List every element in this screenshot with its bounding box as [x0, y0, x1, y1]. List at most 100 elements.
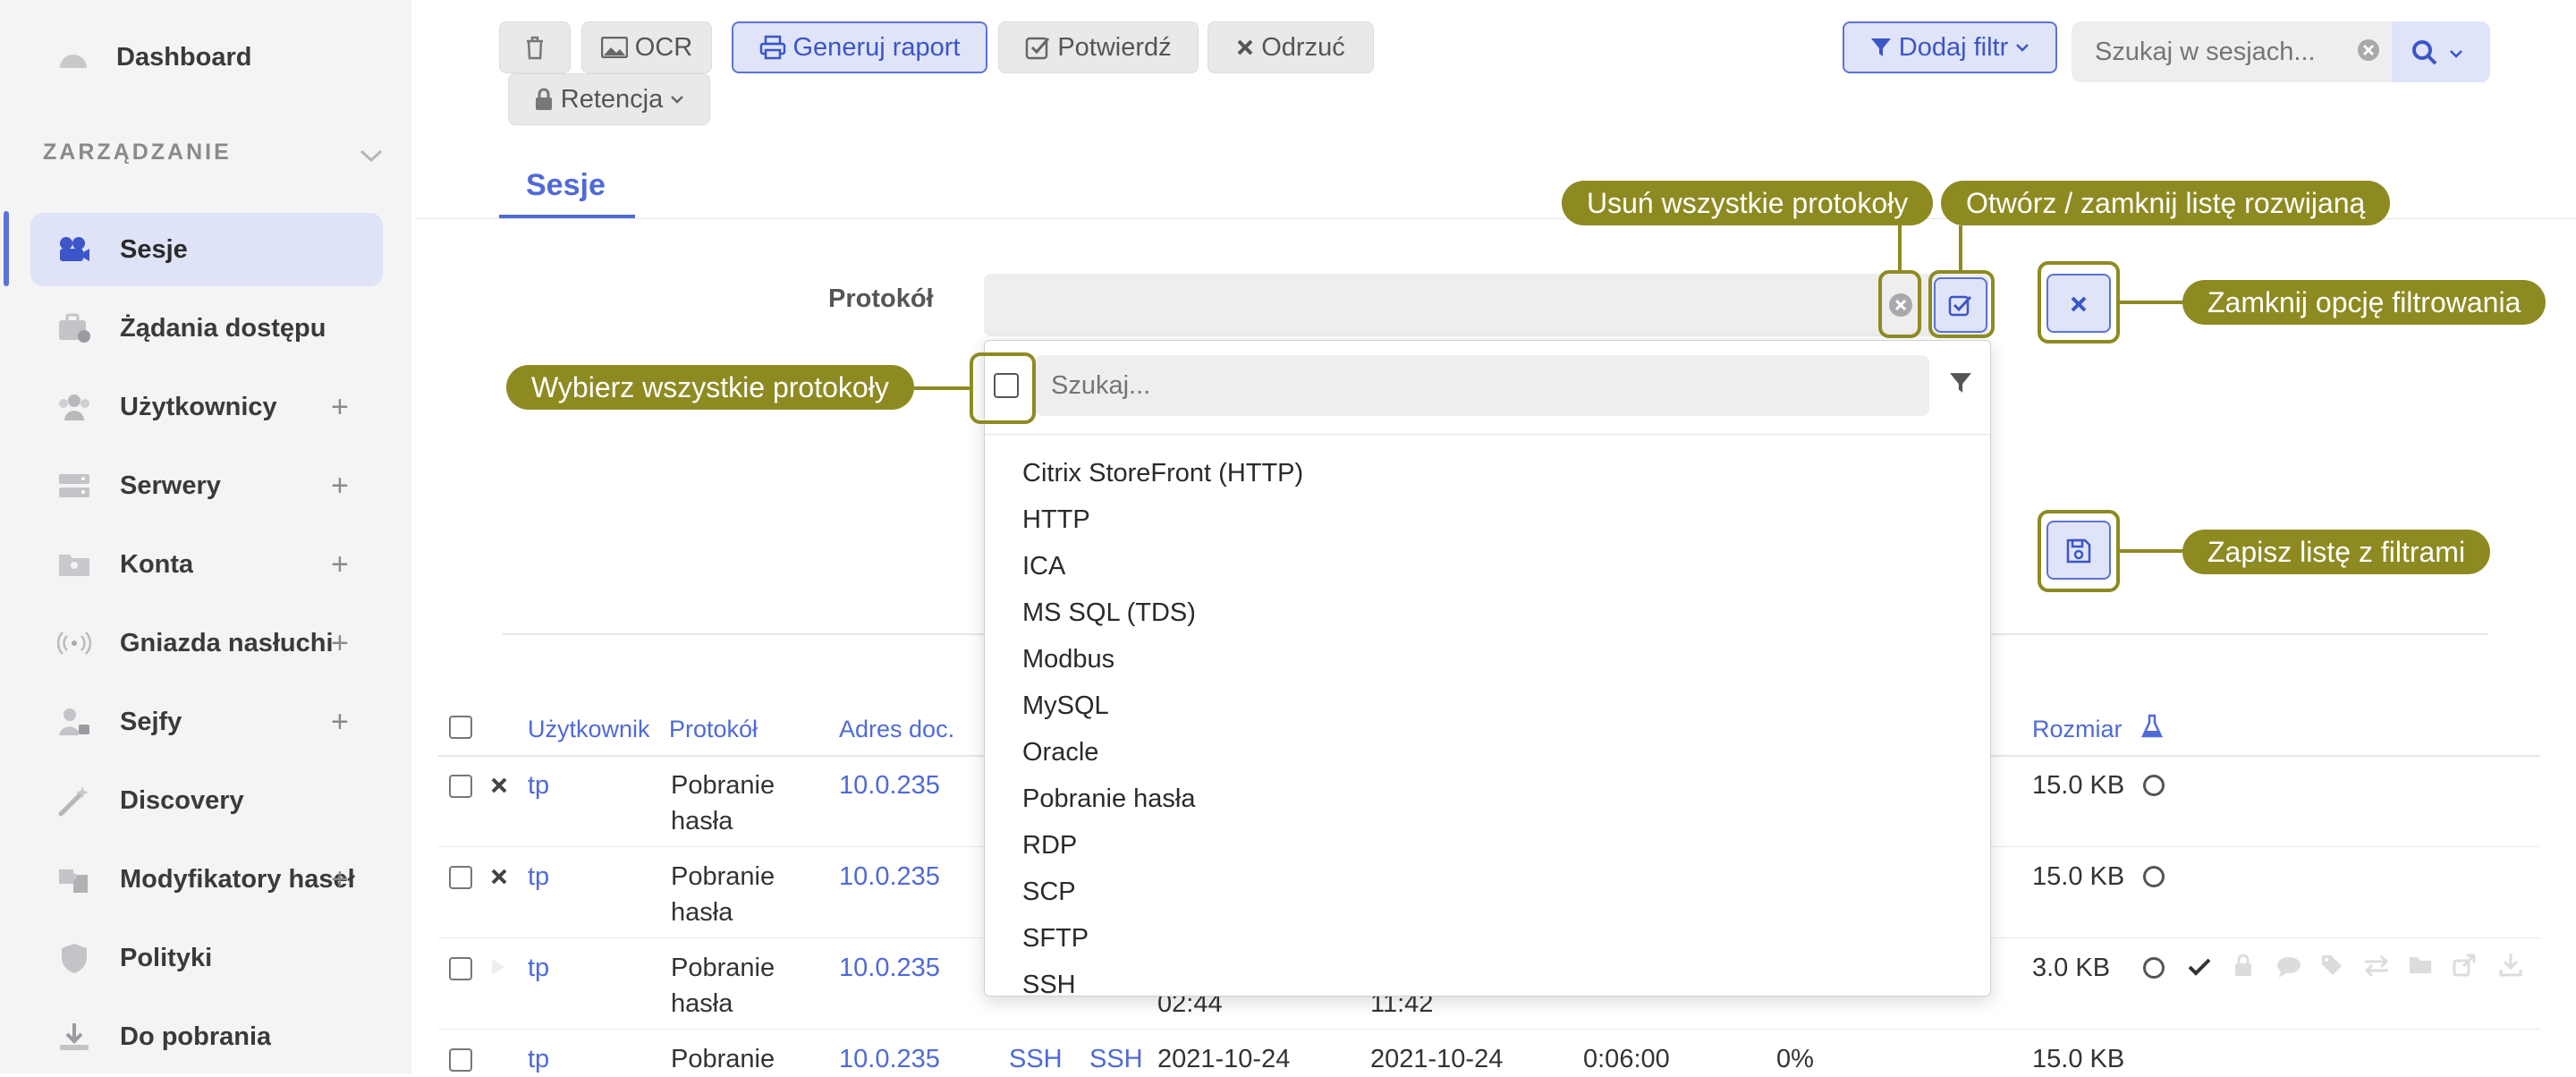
generate-report-button[interactable]: Generuj raport	[732, 21, 987, 73]
protocol-option[interactable]: HTTP	[1022, 505, 1090, 535]
sidebar-item-listeners[interactable]: Gniazda nasłuchi... +	[30, 606, 383, 680]
protocol-option[interactable]: Oracle	[1022, 738, 1098, 767]
reject-button[interactable]: Odrzuć	[1208, 21, 1374, 73]
protocol-option[interactable]: Pobranie hasła	[1022, 784, 1195, 814]
flask-icon[interactable]	[2141, 714, 2163, 739]
protocol-cell: hasła	[671, 898, 733, 927]
size-cell: 15.0 KB	[2032, 862, 2125, 891]
add-account-button[interactable]: +	[331, 528, 349, 601]
download-icon[interactable]	[2499, 952, 2522, 977]
sidebar-item-password-changers[interactable]: Modyfikatory haseł +	[30, 843, 383, 916]
sidebar-item-policies[interactable]: Polityki	[30, 921, 383, 995]
user-link[interactable]: tp	[528, 859, 549, 895]
ocr-button[interactable]: OCR	[581, 21, 712, 73]
sidebar-item-users[interactable]: Użytkownicy +	[30, 370, 383, 444]
confirm-button[interactable]: Potwierdź	[998, 21, 1199, 73]
exchange-icon[interactable]	[2363, 955, 2390, 977]
protocol-option[interactable]: ICA	[1022, 552, 1065, 581]
sidebar-item-sessions[interactable]: Sesje	[30, 213, 383, 286]
protocol-cell: hasła	[671, 807, 733, 835]
printer-icon	[759, 35, 785, 60]
chevron-down-icon	[671, 96, 684, 104]
sidebar-item-vaults[interactable]: Sejfy +	[30, 685, 383, 759]
add-user-button[interactable]: +	[331, 370, 349, 444]
header-size[interactable]: Rozmiar	[2032, 716, 2123, 743]
comment-icon[interactable]	[2275, 955, 2302, 979]
clear-icon[interactable]	[2356, 38, 2381, 63]
select-all-rows-checkbox[interactable]	[449, 716, 472, 739]
add-listener-button[interactable]: +	[331, 606, 349, 680]
sidebar-item-access-requests[interactable]: Żądania dostępu	[30, 292, 383, 365]
protocol-cell: Pobranie	[671, 862, 775, 891]
protocol-option[interactable]: MS SQL (TDS)	[1022, 598, 1196, 628]
sidebar-item-discovery[interactable]: Discovery	[30, 764, 383, 837]
search-input[interactable]	[2095, 30, 2354, 73]
delete-button[interactable]	[499, 21, 571, 73]
tab-sessions[interactable]: Sesje	[499, 161, 635, 218]
protocol-link[interactable]: SSH	[1089, 1041, 1143, 1077]
user-link[interactable]: tp	[528, 1041, 549, 1077]
size-cell: 3.0 KB	[2032, 954, 2111, 982]
protocol-option[interactable]: SSH	[1022, 971, 1076, 996]
protocol-cell: Pobranie	[671, 771, 775, 800]
protocol-filter-select[interactable]	[984, 274, 1989, 336]
protocol-option[interactable]: Modbus	[1022, 645, 1114, 674]
check-icon[interactable]	[2188, 957, 2211, 977]
row-checkbox[interactable]	[449, 775, 472, 798]
address-link[interactable]: 10.0.235	[839, 767, 940, 803]
row-checkbox[interactable]	[449, 1048, 472, 1072]
search-icon	[2412, 40, 2437, 65]
add-vault-button[interactable]: +	[331, 685, 349, 759]
protocol-option[interactable]: MySQL	[1022, 691, 1109, 721]
add-server-button[interactable]: +	[331, 449, 349, 522]
briefcase-icon	[59, 313, 90, 343]
sidebar-item-servers[interactable]: Serwery +	[30, 449, 383, 522]
user-link[interactable]: tp	[528, 767, 549, 803]
row-checkbox[interactable]	[449, 957, 472, 980]
sidebar-item-accounts[interactable]: Konta +	[30, 528, 383, 601]
active-indicator	[4, 211, 9, 286]
play-icon	[492, 959, 504, 975]
retention-button[interactable]: Retencja	[508, 73, 710, 125]
user-link[interactable]: tp	[528, 950, 549, 986]
connector-line	[2120, 549, 2184, 553]
protocol-dropdown: Citrix StoreFront (HTTP) HTTP ICA MS SQL…	[984, 340, 1991, 996]
dashboard-link[interactable]: Dashboard	[57, 39, 326, 79]
start-time-cell: 2021-10-24	[1157, 1045, 1291, 1073]
callout-remove-all: Usuń wszystkie protokoły	[1562, 181, 1934, 225]
lock-icon[interactable]	[2234, 954, 2252, 977]
broadcast-icon	[57, 632, 91, 655]
chevron-down-icon[interactable]	[358, 147, 385, 165]
section-label: ZARZĄDZANIE	[43, 140, 232, 165]
filter-icon	[1870, 38, 1891, 56]
protocol-option[interactable]: SCP	[1022, 878, 1076, 907]
connector-line	[1898, 225, 1902, 272]
dropdown-search-input[interactable]	[1051, 364, 1910, 407]
add-filter-button[interactable]: Dodaj filtr	[1843, 21, 2057, 73]
tag-icon[interactable]	[2320, 954, 2343, 977]
sidebar-item-downloads[interactable]: Do pobrania	[30, 1000, 383, 1073]
address-link[interactable]: 10.0.235	[839, 1041, 940, 1077]
protocol-option[interactable]: SFTP	[1022, 924, 1089, 954]
header-protocol[interactable]: Protokół	[669, 716, 758, 743]
protocol-option[interactable]: Citrix StoreFront (HTTP)	[1022, 459, 1303, 488]
highlight-select-all	[970, 352, 1036, 424]
protocol-cell: hasła	[671, 989, 733, 1018]
search-button[interactable]	[2392, 21, 2490, 82]
protocol-option[interactable]: RDP	[1022, 831, 1077, 861]
filter-icon[interactable]	[1949, 371, 1972, 394]
users-icon	[59, 394, 89, 420]
share-icon[interactable]	[2453, 954, 2476, 977]
header-address[interactable]: Adres doc.	[839, 716, 954, 743]
header-user[interactable]: Użytkownik	[528, 716, 650, 743]
add-password-changer-button[interactable]: +	[331, 843, 349, 916]
folder-open-icon[interactable]	[2408, 954, 2435, 977]
protocol-link[interactable]: SSH	[1009, 1041, 1063, 1077]
highlight-save-filter	[2038, 510, 2120, 592]
row-checkbox[interactable]	[449, 866, 472, 889]
address-link[interactable]: 10.0.235	[839, 950, 940, 986]
video-camera-icon	[60, 237, 89, 261]
address-link[interactable]: 10.0.235	[839, 859, 940, 895]
protocol-cell: Pobranie	[671, 1045, 775, 1073]
folder-user-icon	[59, 555, 89, 576]
